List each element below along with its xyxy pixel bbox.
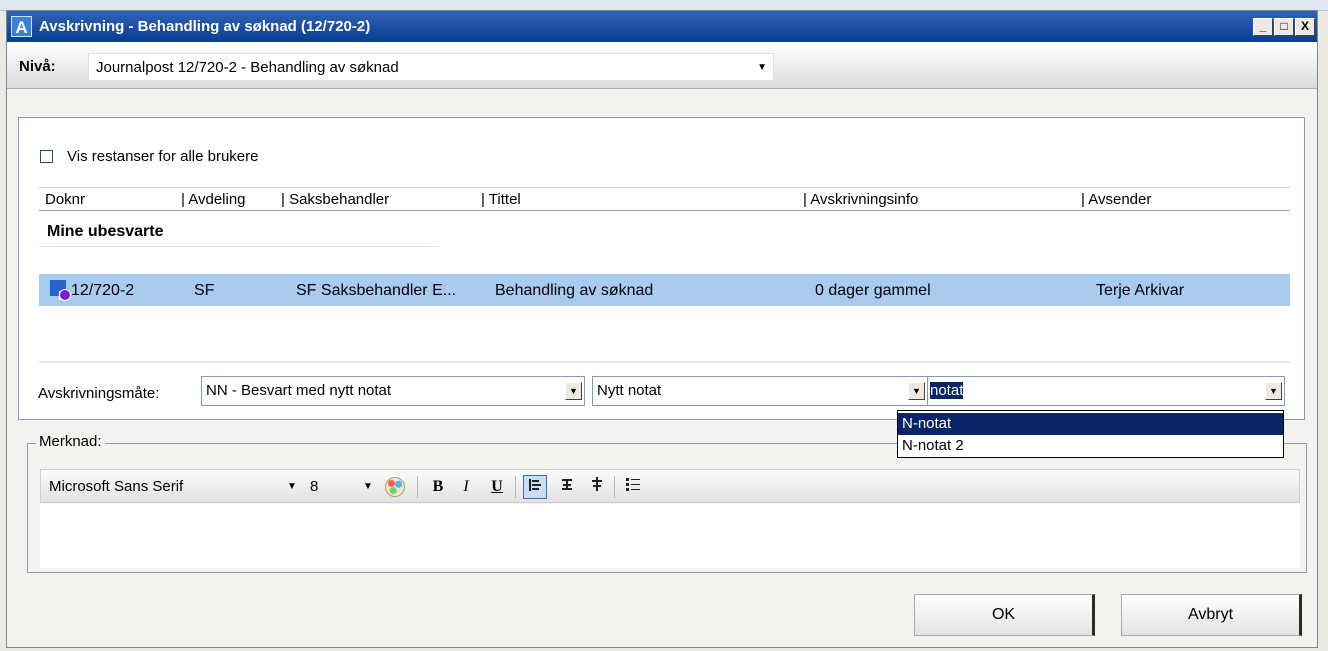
align-left-icon xyxy=(529,479,541,491)
show-all-users-checkbox[interactable] xyxy=(40,150,53,163)
font-select[interactable]: Microsoft Sans Serif xyxy=(49,478,183,495)
chevron-down-icon[interactable]: ▼ xyxy=(757,62,767,73)
chevron-down-icon[interactable]: ▼ xyxy=(1265,382,1282,400)
toolbar-separator xyxy=(515,476,516,498)
table-row[interactable]: N 12/720-2 SF SF Saksbehandler E... Beha… xyxy=(39,274,1290,306)
avskrivningsmate-select[interactable]: NN - Besvart med nytt notat ▼ xyxy=(201,376,585,406)
merknad-group: Merknad: Microsoft Sans Serif ▼ 8 ▼ B I … xyxy=(27,433,1307,573)
column-header-saksbehandler[interactable]: | Saksbehandler xyxy=(281,191,389,208)
minimize-button[interactable]: _ xyxy=(1253,18,1273,36)
restanse-grid: Doknr | Avdeling | Saksbehandler | Titte… xyxy=(39,187,1290,363)
dialog-window: A Avskrivning - Behandling av søknad (12… xyxy=(6,10,1318,648)
close-button[interactable]: X xyxy=(1295,18,1315,36)
grid-header: Doknr | Avdeling | Saksbehandler | Titte… xyxy=(39,187,1290,211)
cell-tittel: Behandling av søknad xyxy=(495,282,654,299)
merknad-textarea[interactable] xyxy=(40,504,1300,568)
warning-badge-icon xyxy=(59,289,71,301)
niva-label: Nivå: xyxy=(19,58,56,75)
mal-input-text[interactable]: notat xyxy=(930,382,964,399)
mal-dropdown-list[interactable]: N-notat N-notat 2 xyxy=(897,410,1284,458)
dropdown-option[interactable]: N-notat xyxy=(898,413,1283,435)
toolbar-separator xyxy=(417,476,418,498)
notat-n-icon: N xyxy=(50,280,71,303)
cell-saksbehandler: SF Saksbehandler E... xyxy=(296,282,457,299)
align-right-icon xyxy=(592,477,602,491)
color-palette-icon[interactable] xyxy=(385,477,405,497)
column-header-doknr[interactable]: Doknr xyxy=(45,191,85,208)
cancel-button[interactable]: Avbryt xyxy=(1121,594,1302,636)
italic-button[interactable]: I xyxy=(454,475,478,499)
avskrivningsmate-label: Avskrivningsmåte: xyxy=(38,385,160,402)
bold-button[interactable]: B xyxy=(426,475,450,499)
mal-combo-input[interactable]: notat ▼ xyxy=(927,376,1285,406)
dokumenttype-value: Nytt notat xyxy=(597,382,662,399)
app-icon: A xyxy=(11,16,32,37)
niva-value: Journalpost 12/720-2 - Behandling av søk… xyxy=(96,59,399,76)
column-header-avskrivningsinfo[interactable]: | Avskrivningsinfo xyxy=(803,191,918,208)
chevron-down-icon[interactable]: ▼ xyxy=(908,382,925,400)
column-header-avsender[interactable]: | Avsender xyxy=(1081,191,1151,208)
window-title: Avskrivning - Behandling av søknad (12/7… xyxy=(39,18,371,35)
align-center-icon xyxy=(562,479,572,490)
ok-button[interactable]: OK xyxy=(914,594,1095,636)
rich-text-toolbar: Microsoft Sans Serif ▼ 8 ▼ B I U xyxy=(40,469,1300,503)
align-center-button[interactable] xyxy=(555,475,579,499)
bullet-list-icon xyxy=(626,478,640,491)
cell-avsender: Terje Arkivar xyxy=(1096,282,1185,299)
column-header-avdeling[interactable]: | Avdeling xyxy=(181,191,246,208)
group-divider xyxy=(39,246,439,247)
cell-avdeling: SF xyxy=(194,282,215,299)
align-left-button[interactable] xyxy=(523,475,547,499)
chevron-down-icon[interactable]: ▼ xyxy=(565,382,582,400)
dropdown-option[interactable]: N-notat 2 xyxy=(898,435,1283,457)
column-header-tittel[interactable]: | Tittel xyxy=(481,191,521,208)
checkbox-label: Vis restanser for alle brukere xyxy=(67,148,259,165)
niva-select[interactable]: Journalpost 12/720-2 - Behandling av søk… xyxy=(88,53,774,81)
avskrivningsmate-value: NN - Besvart med nytt notat xyxy=(206,382,392,399)
maximize-button[interactable]: □ xyxy=(1274,18,1294,36)
niva-bar: Nivå: Journalpost 12/720-2 - Behandling … xyxy=(7,42,1317,89)
align-right-button[interactable] xyxy=(585,475,609,499)
chevron-down-icon[interactable]: ▼ xyxy=(363,481,373,492)
title-bar[interactable]: A Avskrivning - Behandling av søknad (12… xyxy=(7,11,1317,42)
toolbar-separator xyxy=(614,476,615,498)
cell-doknr: 12/720-2 xyxy=(71,282,135,299)
group-title: Mine ubesvarte xyxy=(47,223,164,240)
chevron-down-icon[interactable]: ▼ xyxy=(287,481,297,492)
underline-button[interactable]: U xyxy=(485,475,509,499)
merknad-label: Merknad: xyxy=(36,433,105,450)
font-size-select[interactable]: 8 xyxy=(310,478,318,495)
cell-avskrivningsinfo: 0 dager gammel xyxy=(815,282,931,299)
bullet-list-button[interactable] xyxy=(621,475,645,499)
dokumenttype-select[interactable]: Nytt notat ▼ xyxy=(592,376,928,406)
grid-bottom-border xyxy=(39,361,1290,363)
restanser-group: Vis restanser for alle brukere Doknr | A… xyxy=(18,117,1305,420)
